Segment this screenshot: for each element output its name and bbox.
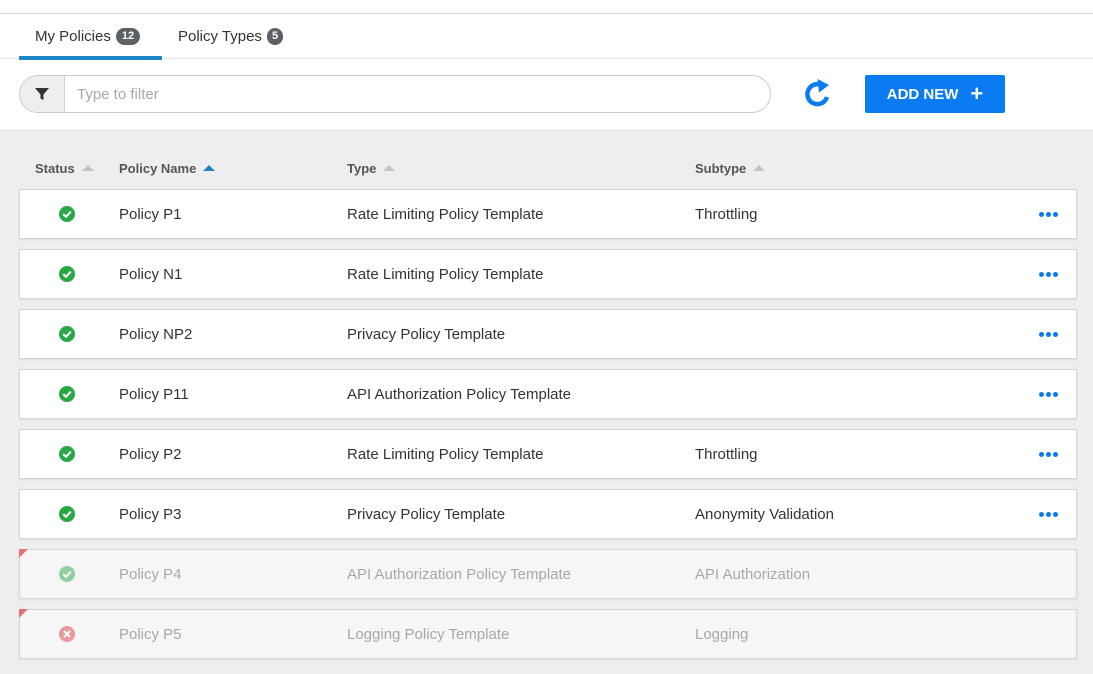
header-label: Type (347, 160, 377, 176)
status-check-icon (59, 566, 75, 582)
column-header-type[interactable]: Type (347, 155, 396, 181)
top-bar (0, 0, 1093, 14)
status-error-icon (59, 626, 75, 642)
policy-type-cell: Rate Limiting Policy Template (347, 265, 544, 283)
policy-name-cell: Policy NP2 (119, 325, 193, 343)
status-cell (57, 610, 77, 658)
policy-name-cell: Policy N1 (119, 265, 183, 283)
more-actions-button[interactable] (1036, 190, 1060, 238)
count-badge: 5 (266, 28, 284, 45)
sort-arrow-icon (383, 165, 396, 171)
status-cell (57, 310, 77, 358)
policy-subtype-cell: Throttling (695, 445, 758, 463)
table-row[interactable]: Policy P3 Privacy Policy Template Anonymit… (19, 489, 1077, 539)
more-dots-icon (1038, 511, 1058, 517)
table-header: Status Policy Name Type Subtype (19, 155, 1077, 181)
status-cell (57, 370, 77, 418)
status-cell (57, 550, 77, 598)
status-cell (57, 490, 77, 538)
more-actions-button[interactable] (1036, 490, 1060, 538)
policy-subtype-cell: Logging (695, 625, 749, 643)
sort-arrow-icon (203, 165, 216, 171)
table-row[interactable]: Policy P11 API Authorization Policy Templ… (19, 369, 1077, 419)
more-actions-button[interactable] (1036, 250, 1060, 298)
tab-label: My Policies (35, 28, 111, 45)
disabled-flag-marker (19, 549, 28, 558)
status-cell (57, 250, 77, 298)
sort-arrow-icon (81, 165, 94, 171)
refresh-button[interactable] (800, 76, 836, 112)
policy-name-cell: Policy P11 (119, 385, 189, 403)
tab-bar: My Policies 12 Policy Types 5 (0, 14, 1093, 60)
filter-bar (19, 75, 771, 113)
status-check-icon (59, 506, 75, 522)
status-cell (57, 190, 77, 238)
filter-funnel-icon (35, 88, 49, 100)
plus-icon: + (970, 81, 984, 106)
disabled-flag-marker (19, 609, 28, 618)
tab-label: Policy Types (178, 28, 262, 45)
column-header-status[interactable]: Status (35, 155, 94, 181)
table-row[interactable]: Policy P4 API Authorization Policy Templa… (19, 549, 1077, 599)
header-label: Status (35, 160, 75, 176)
status-check-icon (59, 206, 75, 222)
status-check-icon (59, 386, 75, 402)
status-cell (57, 430, 77, 478)
policy-type-cell: Privacy Policy Template (347, 505, 506, 523)
status-check-icon (59, 446, 75, 462)
policy-list-area: Status Policy Name Type Subtype Policy P… (0, 129, 1093, 674)
table-row[interactable]: Policy P5 Logging Policy Template Logging (19, 609, 1077, 659)
policy-name-cell: Policy P1 (119, 205, 182, 223)
more-actions-button[interactable] (1036, 430, 1060, 478)
policy-type-cell: Rate Limiting Policy Template (347, 205, 544, 223)
filter-input[interactable] (65, 76, 770, 112)
column-header-subtype[interactable]: Subtype (695, 155, 766, 181)
table-row[interactable]: Policy P2 Rate Limiting Policy Template Th… (19, 429, 1077, 479)
more-dots-icon (1038, 331, 1058, 337)
policy-type-cell: API Authorization Policy Template (347, 385, 572, 403)
table-row[interactable]: Policy P1 Rate Limiting Policy Template Th… (19, 189, 1077, 239)
table-row[interactable]: Policy NP2 Privacy Policy Template (19, 309, 1077, 359)
policy-subtype-cell: Throttling (695, 205, 758, 223)
count-badge: 12 (115, 28, 141, 45)
policy-name-cell: Policy P2 (119, 445, 182, 463)
more-dots-icon (1038, 211, 1058, 217)
policy-type-cell: Logging Policy Template (347, 625, 510, 643)
policy-type-cell: Privacy Policy Template (347, 325, 506, 343)
filter-button[interactable] (20, 76, 65, 112)
header-label: Policy Name (119, 160, 197, 176)
column-header-policy-name[interactable]: Policy Name (119, 155, 216, 181)
policy-name-cell: Policy P5 (119, 625, 182, 643)
more-dots-icon (1038, 271, 1058, 277)
table-row[interactable]: Policy N1 Rate Limiting Policy Template (19, 249, 1077, 299)
more-actions-button[interactable] (1036, 310, 1060, 358)
add-new-label: ADD NEW (886, 85, 959, 103)
add-new-button[interactable]: ADD NEW + (865, 75, 1005, 113)
tab-policy-types[interactable]: Policy Types 5 (162, 14, 284, 59)
status-check-icon (59, 266, 75, 282)
more-dots-icon (1038, 451, 1058, 457)
header-label: Subtype (695, 160, 747, 176)
policy-type-cell: Rate Limiting Policy Template (347, 445, 544, 463)
policy-name-cell: Policy P4 (119, 565, 182, 583)
policy-subtype-cell: API Authorization (695, 565, 811, 583)
more-dots-icon (1038, 391, 1058, 397)
sort-arrow-icon (753, 165, 766, 171)
policy-subtype-cell: Anonymity Validation (695, 505, 834, 523)
tab-my-policies[interactable]: My Policies 12 (19, 14, 162, 60)
policy-name-cell: Policy P3 (119, 505, 182, 523)
refresh-icon (805, 79, 830, 107)
more-actions-button[interactable] (1036, 370, 1060, 418)
policy-type-cell: API Authorization Policy Template (347, 565, 572, 583)
status-check-icon (59, 326, 75, 342)
